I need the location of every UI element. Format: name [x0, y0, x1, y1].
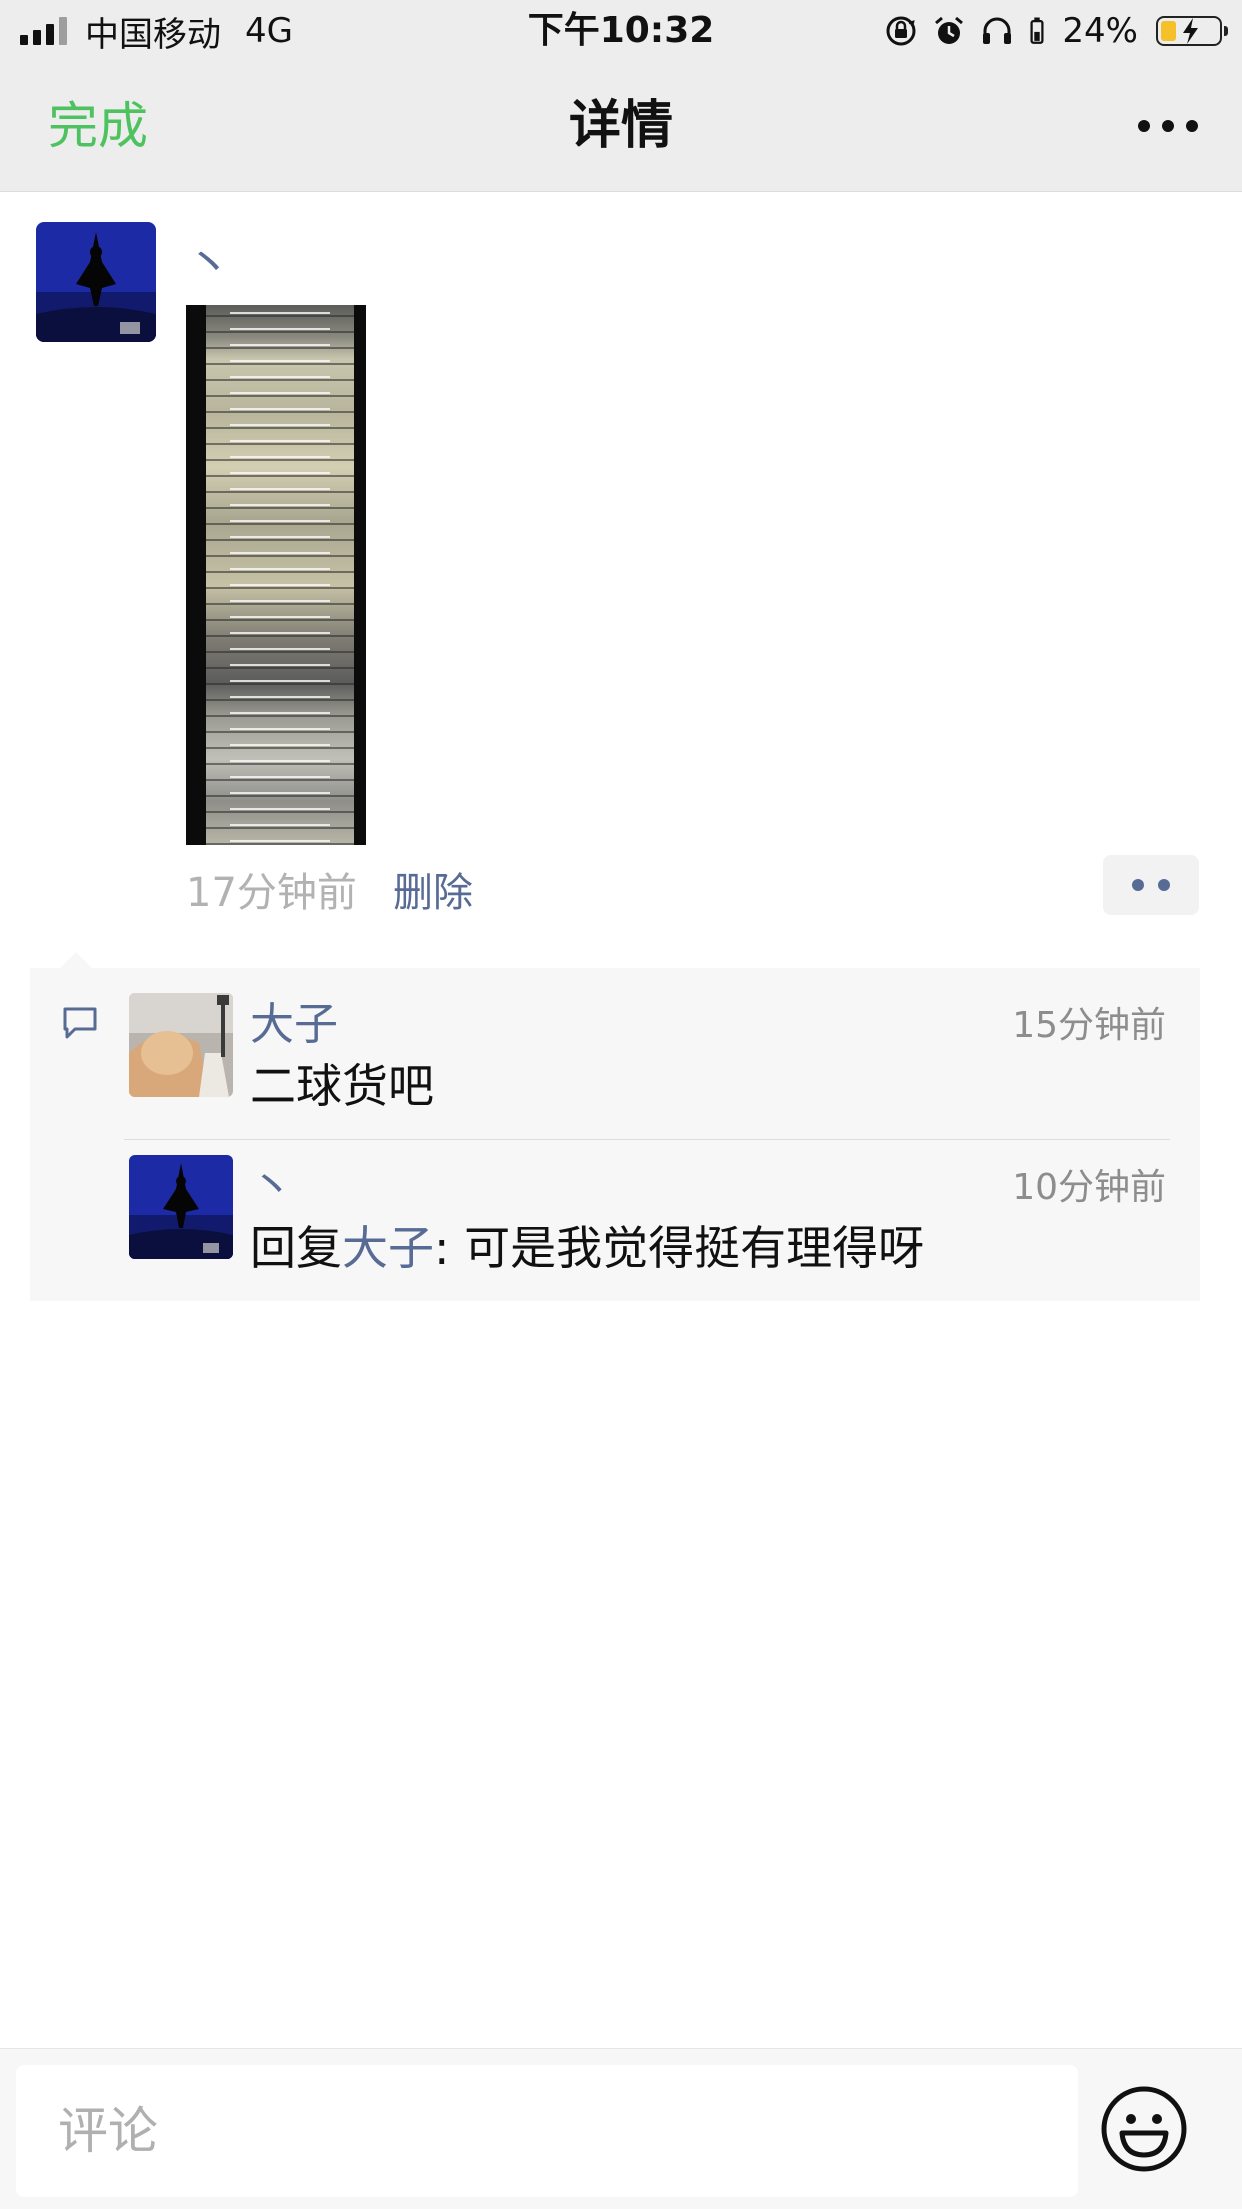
- reply-comment-text[interactable]: 回复大子: 可是我觉得挺有理得呀: [250, 1212, 924, 1278]
- status-bar: 中国移动 4G 下午10:32 24%: [0, 0, 1242, 62]
- rotation-lock-icon: [886, 16, 916, 46]
- comment-avatar-dazi[interactable]: [129, 993, 233, 1097]
- battery-fill: [1161, 21, 1176, 41]
- comment-author-name[interactable]: 大子: [250, 988, 338, 1052]
- comment-bubble-icon: [63, 1007, 97, 1039]
- comment-composer: 评论: [0, 2048, 1242, 2209]
- reply-prefix: 回复: [250, 1221, 342, 1275]
- delete-button[interactable]: 删除: [393, 860, 473, 918]
- alarm-icon: [935, 16, 964, 44]
- battery-percent: 24%: [1062, 11, 1138, 51]
- reply-to-name[interactable]: 大子: [342, 1221, 434, 1275]
- comment-divider: [124, 1139, 1170, 1140]
- avatar-image: [129, 993, 233, 1097]
- battery-icon: [1156, 16, 1228, 46]
- nav-bar: 完成 详情: [0, 62, 1242, 192]
- comment-text[interactable]: 二球货吧: [250, 1050, 434, 1116]
- small-battery-icon: [1030, 17, 1044, 44]
- comment-input[interactable]: 评论: [16, 2065, 1078, 2197]
- emoji-icon[interactable]: [1098, 2083, 1190, 2175]
- image-caption-lines: [230, 305, 330, 845]
- charging-bolt-icon: [1183, 18, 1198, 44]
- avatar-image: [36, 222, 156, 342]
- comment-timestamp: 10分钟前: [1012, 1167, 1166, 1208]
- status-right: 24%: [884, 8, 1228, 54]
- comment-avatar-author[interactable]: [129, 1155, 233, 1259]
- post-image[interactable]: [186, 305, 366, 845]
- post-timestamp: 17分钟前: [186, 870, 357, 916]
- headphones-icon: [983, 17, 1012, 44]
- reply-separator: :: [434, 1221, 465, 1275]
- reply-body: 可是我觉得挺有理得呀: [464, 1221, 925, 1275]
- avatar-image: [129, 1155, 233, 1259]
- comments-pointer: [60, 952, 92, 968]
- comment-timestamp: 15分钟前: [1012, 1005, 1166, 1046]
- post-author-name[interactable]: 丶: [186, 228, 232, 294]
- post-author-avatar[interactable]: [36, 222, 156, 342]
- more-icon[interactable]: [1138, 114, 1198, 138]
- like-comment-menu-icon[interactable]: [1103, 855, 1199, 915]
- page-title: 详情: [568, 96, 673, 156]
- comment-author-name[interactable]: 丶: [250, 1150, 294, 1214]
